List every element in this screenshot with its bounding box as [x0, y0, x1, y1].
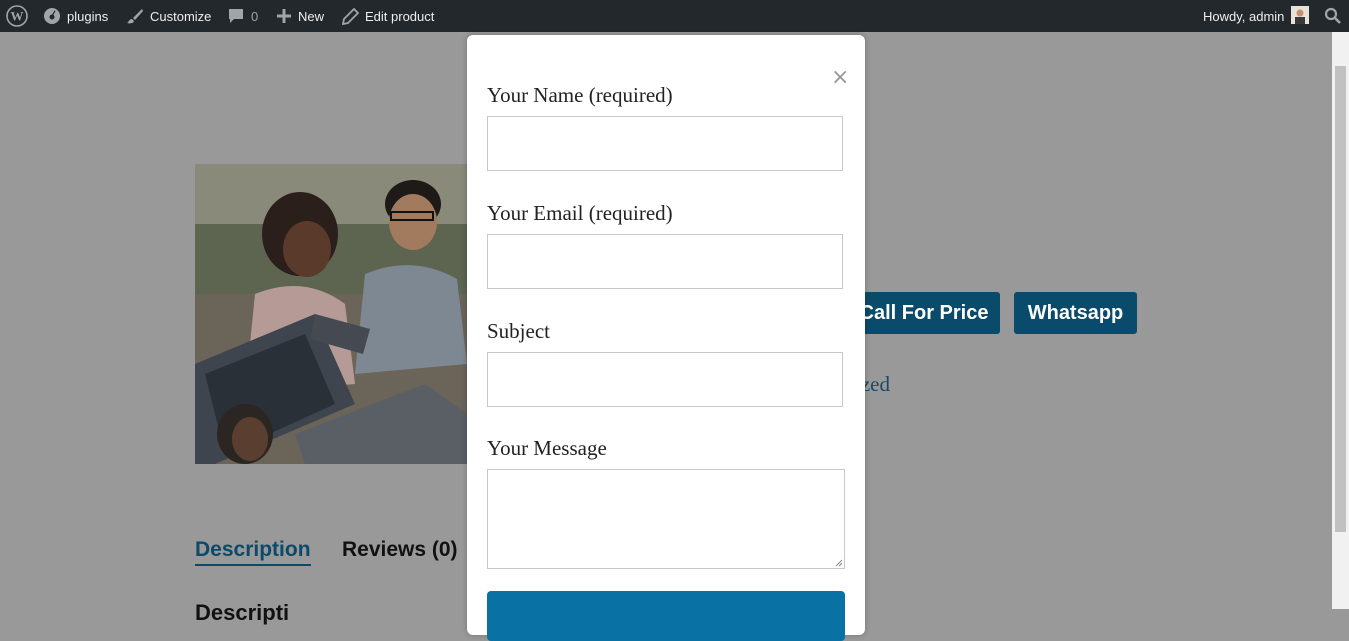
svg-text:W: W — [11, 9, 24, 24]
tab-reviews[interactable]: Reviews (0) — [342, 538, 458, 562]
whatsapp-button[interactable]: Whatsapp — [1014, 292, 1137, 334]
tab-description[interactable]: Description — [195, 538, 311, 566]
my-account-link[interactable]: Howdy, admin — [1203, 0, 1310, 32]
admin-bar: W plugins Customize 0 New Edit product H… — [0, 0, 1349, 32]
name-input[interactable] — [487, 116, 843, 171]
wordpress-logo-icon[interactable]: W — [6, 0, 28, 32]
edit-product-label: Edit product — [365, 8, 435, 24]
subject-label: Subject — [487, 319, 550, 343]
site-name-link[interactable]: plugins — [43, 0, 108, 32]
resize-grip-icon[interactable] — [834, 558, 843, 567]
contact-form-modal: × Your Name (required) Your Email (requi… — [467, 35, 865, 641]
email-label: Your Email (required) — [487, 201, 673, 225]
site-name: plugins — [67, 8, 109, 24]
description-heading: Descripti — [195, 600, 290, 625]
whatsapp-label: Whatsapp — [1027, 301, 1124, 324]
product-image — [195, 164, 467, 464]
brush-icon — [126, 7, 144, 25]
call-for-price-label: Call For Price — [859, 301, 989, 324]
scrollbar-thumb[interactable] — [1335, 66, 1346, 532]
message-label: Your Message — [487, 436, 607, 460]
plus-icon — [276, 8, 292, 24]
close-icon[interactable]: × — [831, 67, 849, 89]
message-textarea[interactable] — [487, 469, 845, 569]
howdy-text: Howdy, admin — [1203, 8, 1285, 24]
edit-product-link[interactable]: Edit product — [342, 0, 434, 32]
new-label: New — [298, 8, 325, 24]
comments-count: 0 — [251, 8, 259, 24]
email-input[interactable] — [487, 234, 843, 289]
name-label: Your Name (required) — [487, 83, 673, 107]
comments-link[interactable]: 0 — [227, 0, 258, 32]
customize-link[interactable]: Customize — [126, 0, 211, 32]
pencil-icon — [342, 7, 359, 25]
submit-button[interactable] — [487, 591, 845, 641]
comment-icon — [227, 7, 245, 25]
avatar — [1291, 5, 1310, 27]
search-icon[interactable] — [1324, 0, 1342, 32]
customize-label: Customize — [150, 8, 212, 24]
call-for-price-button[interactable]: Call For Price — [848, 292, 1000, 334]
new-content-link[interactable]: New — [276, 0, 324, 32]
subject-input[interactable] — [487, 352, 843, 407]
dashboard-icon — [43, 7, 61, 25]
